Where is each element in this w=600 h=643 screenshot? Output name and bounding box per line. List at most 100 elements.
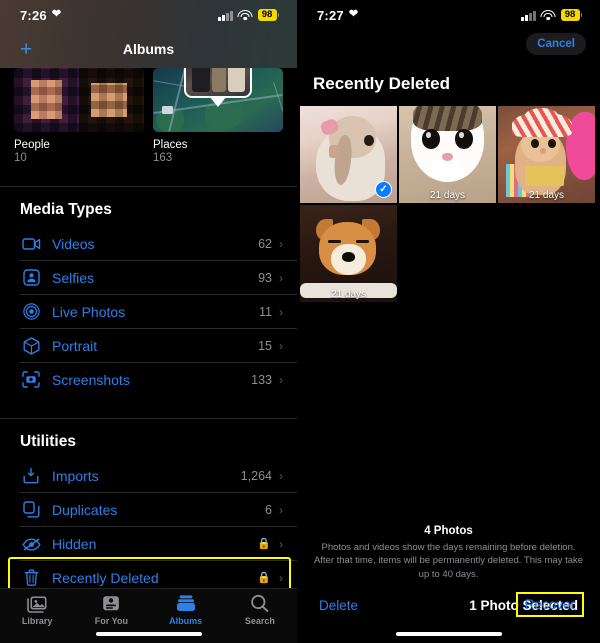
albums-scroll-area[interactable]: People 10 Places 163 Media Types Videos …: [0, 68, 297, 588]
album-tiles-row: People 10 Places 163: [0, 68, 297, 164]
list-item-imports[interactable]: Imports 1,264 ›: [0, 459, 297, 492]
album-tile-name: People: [14, 139, 50, 151]
status-right-group: 98: [521, 9, 582, 21]
list-item-label: Videos: [52, 235, 95, 252]
list-item-count: 11: [259, 304, 272, 319]
list-item-count: 62: [258, 236, 272, 251]
album-tile-places[interactable]: Places 163: [153, 68, 283, 164]
tab-library[interactable]: Library: [0, 594, 74, 626]
photo-cell-hamster[interactable]: 21 days: [498, 106, 595, 203]
album-tile-count: 163: [153, 152, 173, 164]
album-tile-name: Places: [153, 139, 188, 151]
video-camera-icon: [20, 234, 42, 254]
list-item-label: Recently Deleted: [52, 569, 159, 586]
list-item-duplicates[interactable]: Duplicates 6 ›: [0, 493, 297, 526]
shiba-dog-photo: [300, 205, 397, 302]
list-item-screenshots[interactable]: Screenshots 133 ›: [0, 363, 297, 396]
status-left-group: 7:27 ❤: [317, 8, 358, 23]
cellular-bars-icon: [521, 10, 536, 21]
tab-label: Library: [21, 616, 53, 626]
tab-for-you[interactable]: For You: [74, 594, 148, 626]
list-item-recently-deleted[interactable]: Recently Deleted 🔒 ›: [0, 557, 297, 588]
tab-label: Search: [244, 616, 275, 626]
list-item-label: Imports: [52, 467, 99, 484]
list-item-videos[interactable]: Videos 62 ›: [0, 227, 297, 260]
tab-search[interactable]: Search: [223, 594, 297, 626]
chevron-right-icon: ›: [279, 502, 283, 517]
home-indicator: [395, 632, 502, 636]
tab-label: Albums: [169, 616, 203, 626]
chevron-right-icon: ›: [279, 372, 283, 387]
list-item-label: Screenshots: [52, 371, 130, 388]
hidden-eye-icon: [20, 534, 42, 554]
battery-percent: 98: [257, 9, 277, 21]
album-tile-people[interactable]: People 10: [14, 68, 144, 164]
photo-grid: ✓ 21 days 21 days 21 days: [297, 106, 600, 302]
screenshot-icon: [20, 370, 42, 390]
status-right-group: 98: [218, 9, 279, 21]
plus-icon[interactable]: +: [20, 39, 32, 60]
battery-indicator: 98: [257, 9, 279, 21]
days-remaining-badge: 21 days: [528, 190, 565, 201]
home-indicator: [95, 632, 202, 636]
section-header-utilities: Utilities: [20, 433, 76, 450]
delete-button[interactable]: Delete: [319, 598, 358, 613]
tab-albums[interactable]: Albums: [149, 594, 223, 626]
list-item-portrait[interactable]: Portrait 15 ›: [0, 329, 297, 362]
list-item-live-photos[interactable]: Live Photos 11 ›: [0, 295, 297, 328]
lock-icon: 🔒: [257, 572, 271, 584]
selfie-person-icon: [20, 268, 42, 288]
right-status-bar: 7:27 ❤ 98: [297, 0, 600, 30]
list-item-count: 93: [258, 270, 272, 285]
list-item-label: Portrait: [52, 337, 98, 354]
live-photo-icon: [20, 302, 42, 322]
list-item-selfies[interactable]: Selfies 93 ›: [0, 261, 297, 294]
status-left-group: 7:26 ❤: [20, 8, 61, 23]
photo-cell-rabbit[interactable]: ✓: [300, 106, 397, 203]
cancel-button[interactable]: Cancel: [526, 33, 586, 55]
footer-action-bar: Delete 1 Photo Selected Recover: [297, 582, 600, 617]
chevron-right-icon: ›: [279, 338, 283, 353]
battery-percent: 98: [560, 9, 580, 21]
list-item-count: 1,264: [240, 468, 272, 483]
days-remaining-badge: 21 days: [330, 289, 367, 300]
deletion-description: Photos and videos show the days remainin…: [313, 541, 584, 581]
duplicates-icon: [20, 500, 42, 520]
days-remaining-badge: 21 days: [429, 190, 466, 201]
hamster-photo: [498, 106, 595, 203]
list-item-label: Live Photos: [52, 303, 126, 320]
chevron-right-icon: ›: [279, 570, 283, 585]
list-item-count: 15: [258, 338, 272, 353]
photo-cell-shiba[interactable]: 21 days: [300, 205, 397, 302]
tab-label: For You: [94, 616, 128, 626]
bottom-tab-bar: Library For You Albums Search: [0, 588, 297, 643]
library-icon: [27, 596, 47, 613]
photo-count-label: 4 Photos: [424, 524, 473, 537]
status-time: 7:26: [20, 7, 47, 23]
battery-tip: [277, 13, 279, 17]
dual-screenshot-container: 7:26 ❤ 98 + Albums People 10 Places 163 …: [0, 0, 600, 643]
battery-tip: [580, 13, 582, 17]
chevron-right-icon: ›: [279, 236, 283, 251]
battery-indicator: 98: [560, 9, 582, 21]
page-title: Albums: [122, 41, 175, 57]
wifi-icon: [237, 9, 253, 21]
list-item-label: Duplicates: [52, 501, 118, 518]
for-you-icon: [103, 596, 120, 611]
recover-button[interactable]: Recover: [525, 597, 575, 612]
albums-icon: [176, 595, 195, 611]
albums-navigation-bar: + Albums: [0, 30, 297, 68]
chevron-right-icon: ›: [279, 270, 283, 285]
portrait-cube-icon: [20, 336, 42, 356]
import-arrow-icon: [20, 466, 42, 486]
photo-cell-cat[interactable]: 21 days: [399, 106, 496, 203]
list-item-count: 6: [265, 502, 272, 517]
left-phone-screen: 7:26 ❤ 98 + Albums People 10 Places 163 …: [0, 0, 297, 643]
lock-icon: 🔒: [257, 538, 271, 550]
search-icon: [251, 594, 269, 612]
list-item-hidden[interactable]: Hidden 🔒 ›: [0, 527, 297, 560]
trash-icon: [20, 568, 42, 588]
wifi-icon: [540, 9, 556, 21]
recently-deleted-footer: 4 Photos Photos and videos show the days…: [297, 525, 600, 643]
section-header-media-types: Media Types: [20, 201, 112, 218]
